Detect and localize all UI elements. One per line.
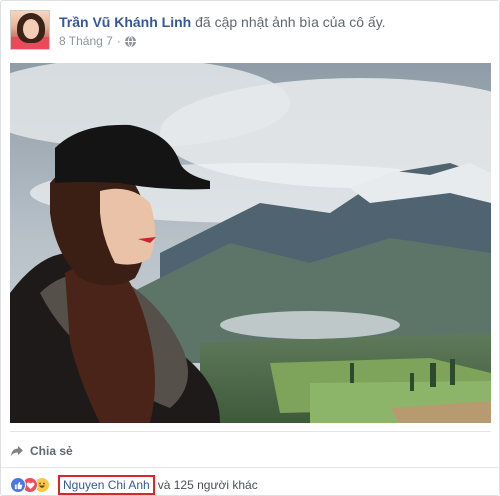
- reactions-bar: Nguyen Chi Anh và 125 người khác: [10, 475, 258, 495]
- post-header: Trần Vũ Khánh Linh đã cập nhật ảnh bìa c…: [10, 10, 492, 54]
- post-meta: 8 Tháng 7 ·: [59, 33, 136, 49]
- globe-icon[interactable]: [124, 35, 136, 47]
- like-icon: [10, 477, 26, 493]
- post-date-link[interactable]: 8 Tháng 7: [59, 33, 113, 49]
- avatar[interactable]: [10, 10, 50, 50]
- liker-name-link[interactable]: Nguyen Chi Anh: [58, 475, 155, 495]
- others-count-link[interactable]: và 125 người khác: [158, 478, 258, 492]
- meta-separator: ·: [116, 34, 121, 48]
- author-name-link[interactable]: Trần Vũ Khánh Linh: [59, 14, 191, 30]
- reactions-divider: [1, 467, 500, 468]
- reaction-icons[interactable]: [10, 477, 50, 493]
- post-title: Trần Vũ Khánh Linh đã cập nhật ảnh bìa c…: [59, 13, 386, 31]
- share-arrow-icon: [11, 446, 23, 456]
- share-label: Chia sẻ: [30, 444, 73, 458]
- cover-photo[interactable]: [10, 63, 491, 423]
- post-card: Trần Vũ Khánh Linh đã cập nhật ảnh bìa c…: [0, 0, 500, 496]
- post-action-text: đã cập nhật ảnh bìa của cô ấy.: [191, 14, 386, 30]
- actions-divider: [10, 431, 491, 432]
- share-button[interactable]: Chia sẻ: [10, 441, 73, 461]
